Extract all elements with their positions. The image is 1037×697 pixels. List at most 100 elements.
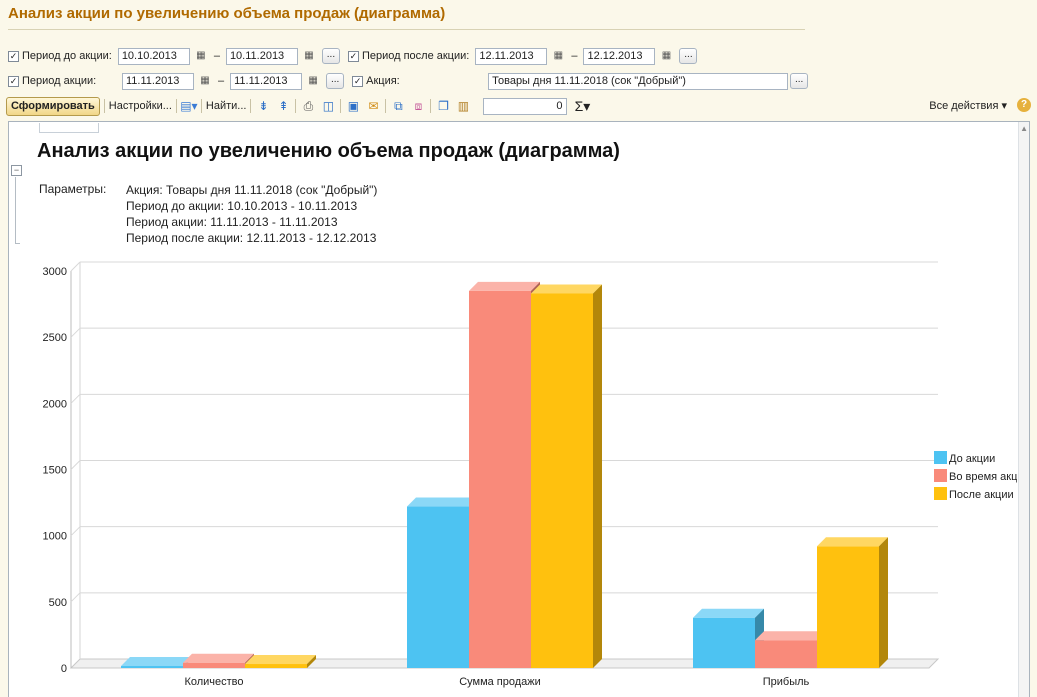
paste-icon[interactable]: ▥ xyxy=(455,98,471,114)
x-category-label: Прибыль xyxy=(763,676,810,688)
print-icon[interactable]: ⎙ xyxy=(300,98,316,114)
preview-icon[interactable]: ◫ xyxy=(320,98,336,114)
save-icon[interactable]: ▣ xyxy=(345,98,361,114)
grid-line-side xyxy=(70,526,81,537)
window-title: Анализ акции по увеличению объема продаж… xyxy=(8,5,446,22)
separator xyxy=(295,99,297,113)
before-period-checkbox[interactable]: ✓ xyxy=(8,50,19,62)
promo-checkbox[interactable]: ✓ xyxy=(352,75,364,87)
bar-side xyxy=(879,537,888,668)
filter-row-promo: ✓ Период акции: 11.11.2013 ▦ – 11.11.201… xyxy=(8,71,809,91)
grid-line-side xyxy=(70,261,81,272)
legend-swatch xyxy=(934,451,947,464)
find-button[interactable]: Найти... xyxy=(206,100,247,112)
calendar-icon[interactable]: ▦ xyxy=(194,49,208,63)
copy-report-icon[interactable]: ⧈ xyxy=(410,98,426,114)
sum-field[interactable]: 0 xyxy=(483,97,568,115)
expand-groups-icon[interactable]: ⇟ xyxy=(255,98,271,114)
calendar-icon[interactable]: ▦ xyxy=(198,74,212,88)
bar xyxy=(531,293,593,668)
legend-label: После акции xyxy=(949,489,1014,501)
separator xyxy=(340,99,342,113)
calendar-icon[interactable]: ▦ xyxy=(302,49,316,63)
calendar-icon[interactable]: ▦ xyxy=(306,74,320,88)
after-to-field[interactable]: 12.12.2013 xyxy=(583,47,656,65)
title-divider xyxy=(8,29,805,30)
scroll-up-icon[interactable]: ▲ xyxy=(1020,124,1028,133)
calendar-icon[interactable]: ▦ xyxy=(551,49,565,63)
legend-label: До акции xyxy=(949,453,995,465)
separator xyxy=(385,99,387,113)
help-icon[interactable]: ? xyxy=(1017,98,1031,112)
promo-period-label: Период акции: xyxy=(22,75,97,87)
bar xyxy=(817,546,879,668)
dash: – xyxy=(571,50,578,62)
separator xyxy=(103,99,105,113)
after-period-select-button[interactable]: ... xyxy=(679,48,698,64)
before-to-field[interactable]: 10.11.2013 xyxy=(225,47,298,65)
bar-top xyxy=(245,655,316,665)
toolbar: Сформировать Настройки... ▤▾ Найти... ⇟ … xyxy=(6,95,1037,117)
y-tick-label: 3000 xyxy=(43,266,67,278)
after-from-field[interactable]: 12.11.2013 xyxy=(475,47,548,65)
promo-period-checkbox[interactable]: ✓ xyxy=(8,75,19,87)
bar-top xyxy=(693,608,764,618)
collapse-groups-icon[interactable]: ⇞ xyxy=(275,98,291,114)
grid-line-side xyxy=(70,460,81,470)
separator xyxy=(430,99,432,113)
report-area[interactable]: − ▲ Анализ акции по увеличению объема пр… xyxy=(8,121,1030,697)
promo-from-field[interactable]: 11.11.2013 xyxy=(122,72,194,90)
bar xyxy=(693,617,755,668)
bar xyxy=(755,640,817,668)
promo-label: Акция: xyxy=(366,75,400,87)
before-period-label: Период до акции: xyxy=(22,50,112,62)
after-period-checkbox[interactable]: ✓ xyxy=(347,50,359,62)
separator xyxy=(200,99,202,113)
bar-top xyxy=(531,284,602,294)
bar xyxy=(469,290,531,668)
sum-icon[interactable]: Σ▾ xyxy=(571,98,593,114)
bar-top xyxy=(755,631,826,641)
before-from-field[interactable]: 10.10.2013 xyxy=(117,47,190,65)
vertical-scrollbar[interactable]: ▲ xyxy=(1018,122,1029,697)
legend-label: Во время акции xyxy=(949,471,1017,483)
y-tick-label: 2000 xyxy=(43,398,67,410)
bar-top xyxy=(817,537,888,547)
bar-top xyxy=(121,657,192,667)
all-actions-menu[interactable]: Все действия ▾ xyxy=(929,99,1007,112)
new-window-icon[interactable]: ⧉ xyxy=(390,98,406,114)
y-tick-label: 1000 xyxy=(43,531,67,543)
mail-icon[interactable]: ✉ xyxy=(365,98,381,114)
promo-field[interactable]: Товары дня 11.11.2018 (сок "Добрый") xyxy=(488,72,789,90)
legend-swatch xyxy=(934,469,947,482)
generate-button[interactable]: Сформировать xyxy=(6,96,100,116)
calendar-icon[interactable]: ▦ xyxy=(659,49,673,63)
x-category-label: Сумма продажи xyxy=(459,676,541,688)
bar xyxy=(183,662,245,668)
legend-swatch xyxy=(934,487,947,500)
settings-button[interactable]: Настройки... xyxy=(109,100,172,112)
bar-top xyxy=(407,497,478,507)
bar-chart: 0 500 1000 1500 2000 2500 3000 Количество Сумма … xyxy=(43,261,1017,688)
separator xyxy=(175,99,177,113)
x-category-label: Количество xyxy=(184,676,243,688)
bar-side xyxy=(593,284,602,668)
grid-line-side xyxy=(70,592,81,603)
promo-to-field[interactable]: 11.11.2013 xyxy=(230,72,303,90)
before-period-select-button[interactable]: ... xyxy=(321,48,340,64)
promo-select-button[interactable]: ... xyxy=(790,73,809,89)
bar-top xyxy=(183,653,254,663)
y-tick-label: 1500 xyxy=(43,465,67,477)
copy-icon[interactable]: ❐ xyxy=(435,98,451,114)
y-tick-label: 500 xyxy=(49,597,67,609)
y-tick-label: 2500 xyxy=(43,332,67,344)
variant-icon[interactable]: ▤▾ xyxy=(180,98,197,114)
filter-row-before-after: ✓ Период до акции: 10.10.2013 ▦ – 10.11.… xyxy=(8,46,698,66)
bar xyxy=(407,506,469,668)
y-tick-label: 0 xyxy=(61,663,67,675)
promo-period-select-button[interactable]: ... xyxy=(326,73,345,89)
grid-line-side xyxy=(70,327,81,338)
after-period-label: Период после акции: xyxy=(361,50,470,62)
bar xyxy=(245,664,307,668)
bar-top xyxy=(469,281,540,291)
